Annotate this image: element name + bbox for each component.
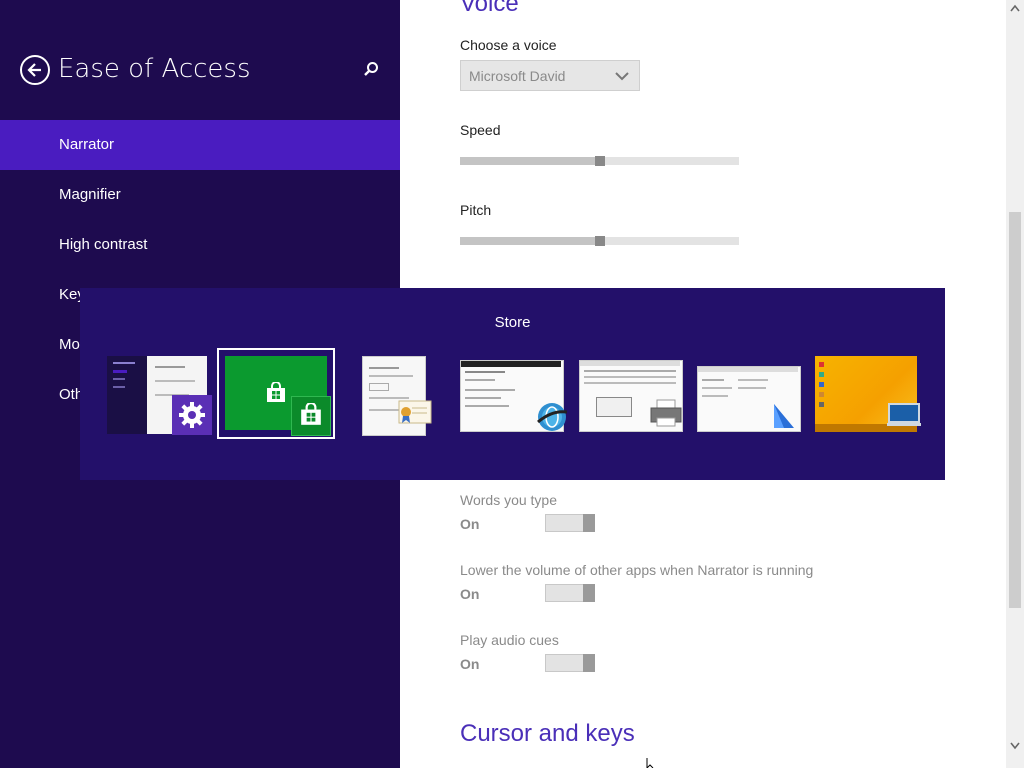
speed-slider[interactable] — [460, 156, 739, 166]
store-app-badge — [291, 396, 331, 436]
cursor-and-keys-heading: Cursor and keys — [460, 720, 635, 747]
scrollbar-thumb[interactable] — [1009, 212, 1021, 608]
vertical-scrollbar[interactable] — [1006, 0, 1024, 768]
scroll-down-icon[interactable] — [1010, 742, 1020, 750]
pitch-label: Pitch — [460, 202, 492, 218]
install-icon — [774, 404, 794, 428]
toggle-knob — [583, 584, 595, 602]
toggle-knob — [583, 654, 595, 672]
switcher-item-pc-settings[interactable] — [105, 348, 223, 438]
switcher-item-store[interactable] — [217, 348, 335, 439]
voice-heading: Voice — [460, 0, 519, 17]
lower-volume-label: Lower the volume of other apps when Narr… — [460, 562, 814, 578]
pitch-slider-thumb[interactable] — [594, 236, 605, 246]
toggle-knob — [583, 514, 595, 532]
app-switcher: Store — [80, 288, 945, 480]
certificate-icon — [398, 400, 432, 424]
speed-label: Speed — [460, 122, 501, 138]
switcher-item-desktop[interactable] — [813, 348, 931, 438]
nav-item-high-contrast[interactable]: High contrast — [0, 220, 400, 270]
gear-icon — [179, 402, 205, 428]
store-bag-icon — [267, 382, 285, 402]
lower-volume-state: On — [460, 586, 480, 602]
words-you-type-toggle[interactable] — [545, 514, 595, 532]
speed-slider-thumb[interactable] — [594, 156, 605, 166]
mouse-cursor-icon — [646, 758, 654, 768]
back-arrow-icon — [27, 63, 41, 77]
switcher-item-printer[interactable] — [577, 348, 695, 438]
settings-app-badge — [172, 395, 212, 435]
pitch-slider[interactable] — [460, 236, 739, 246]
voice-select-value: Microsoft David — [469, 68, 566, 84]
choose-voice-label: Choose a voice — [460, 37, 557, 53]
pitch-slider-fill — [460, 237, 600, 245]
play-audio-cues-toggle[interactable] — [545, 654, 595, 672]
words-you-type-label: Words you type — [460, 492, 558, 508]
printer-icon — [650, 399, 682, 427]
nav-item-narrator[interactable]: Narrator — [0, 120, 400, 170]
words-you-type-state: On — [460, 516, 480, 532]
page-title: Ease of Access — [58, 54, 251, 84]
switcher-item-installer[interactable] — [695, 348, 813, 438]
switcher-item-network[interactable] — [460, 348, 578, 438]
nav-item-magnifier[interactable]: Magnifier — [0, 170, 400, 220]
play-audio-cues-label: Play audio cues — [460, 632, 559, 648]
voice-select[interactable]: Microsoft David — [460, 60, 640, 91]
chevron-down-icon — [615, 72, 629, 81]
store-icon — [301, 403, 321, 425]
switcher-title: Store — [494, 314, 531, 331]
lower-volume-toggle[interactable] — [545, 584, 595, 602]
network-globe-icon — [537, 403, 568, 431]
scroll-up-icon[interactable] — [1010, 4, 1020, 12]
play-audio-cues-state: On — [460, 656, 480, 672]
speed-slider-fill — [460, 157, 600, 165]
desktop-icon — [887, 403, 921, 426]
search-icon[interactable] — [362, 60, 380, 78]
back-button[interactable] — [20, 55, 50, 85]
